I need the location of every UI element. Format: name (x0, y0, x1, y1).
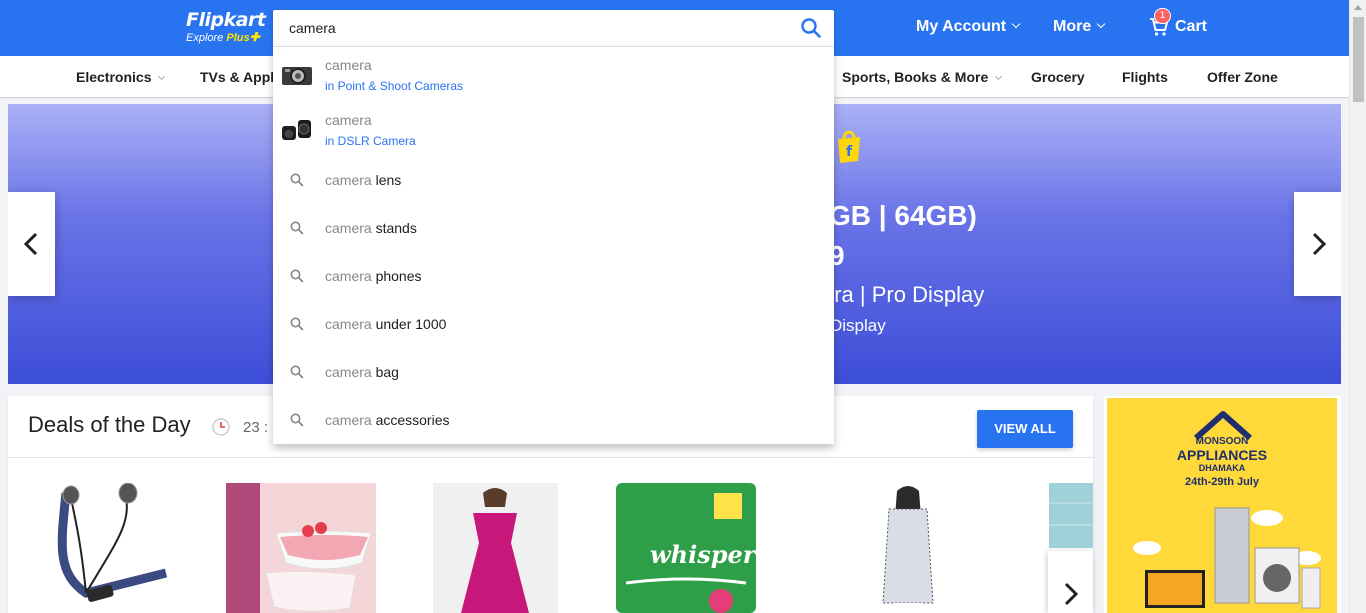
search-icon (290, 413, 304, 427)
suggestion-product-dslr[interactable]: camera in DSLR Camera (273, 102, 834, 157)
plus-icon: ✚ (249, 30, 260, 44)
more-label: More (1053, 18, 1092, 35)
my-account-label: My Account (916, 18, 1007, 35)
nav-item-offer-zone[interactable]: Offer Zone (1207, 69, 1278, 85)
whisper-brand-text: whisper (650, 540, 756, 569)
more-menu[interactable]: More (1053, 18, 1106, 36)
banner-line-3: era | Pro Display (822, 282, 985, 307)
suggestion-category: in DSLR Camera (325, 134, 416, 148)
svg-text:f: f (846, 144, 853, 160)
suggestion-label: camera stands (325, 220, 417, 236)
suggestion-suffix: lens (375, 172, 402, 188)
chevron-right-icon (1312, 232, 1327, 256)
logo-explore: Explore (186, 32, 224, 44)
banner-line-4: Display (830, 316, 886, 335)
search-suggestions-dropdown: camera in Point & Shoot Cameras camera i… (273, 46, 834, 444)
view-all-button[interactable]: VIEW ALL (977, 410, 1073, 448)
nav-item-grocery[interactable]: Grocery (1031, 69, 1085, 85)
search-icon[interactable] (800, 17, 822, 39)
product-image-whisper-pads[interactable]: whisper (616, 483, 756, 613)
suggestion-prefix: camera (325, 220, 372, 236)
logo-plus: Plus (226, 32, 250, 44)
suggestion-query[interactable]: camera bag (273, 349, 834, 397)
suggestion-suffix: stands (375, 220, 417, 236)
ad-dates: 24th-29th July (1185, 476, 1259, 488)
suggestion-label: camera bag (325, 364, 399, 380)
chevron-down-icon (158, 72, 166, 81)
nav-item-tvs-appliances[interactable]: TVs & Appli (200, 69, 278, 85)
suggestion-term: camera (325, 57, 372, 73)
nav-item-electronics[interactable]: Electronics (76, 69, 166, 85)
suggestion-label: camera lens (325, 172, 401, 188)
suggestion-suffix: phones (375, 268, 422, 284)
search-box (273, 10, 834, 46)
scrollbar-thumb[interactable] (1353, 17, 1364, 102)
ad-line-2: APPLIANCES (1176, 447, 1268, 463)
my-account-menu[interactable]: My Account (916, 18, 1021, 36)
flipkart-bag-icon: f (838, 130, 860, 163)
monsoon-appliances-ad: MONSOON APPLIANCES DHAMAKA 24th-29th Jul… (1107, 398, 1337, 613)
nav-item-label: Sports, Books & More (842, 69, 989, 85)
dslr-camera-thumb-icon (282, 120, 311, 140)
suggestion-label: camera under 1000 (325, 316, 446, 332)
flipkart-logo[interactable]: Flipkart Explore Plus✚ (186, 9, 266, 44)
scroll-up-arrow-icon[interactable] (1354, 5, 1362, 10)
suggestion-query[interactable]: camera stands (273, 205, 834, 253)
point-shoot-camera-thumb-icon (282, 67, 312, 85)
side-ad-card[interactable]: MONSOON APPLIANCES DHAMAKA 24th-29th Jul… (1104, 396, 1341, 613)
suggestion-query[interactable]: camera accessories (273, 397, 834, 445)
deals-next-button[interactable] (1048, 551, 1093, 613)
page-scrollbar[interactable] (1349, 0, 1366, 613)
banner-line-1: GB | 64GB) (829, 200, 977, 231)
suggestion-prefix: camera (325, 412, 372, 428)
search-input[interactable] (289, 10, 789, 46)
suggestion-query[interactable]: camera phones (273, 253, 834, 301)
suggestion-query[interactable]: camera under 1000 (273, 301, 834, 349)
suggestion-suffix: bag (375, 364, 399, 380)
chevron-down-icon (1096, 19, 1106, 29)
logo-text: Flipkart (186, 9, 266, 31)
product-image-neckband-earphones[interactable] (26, 483, 176, 613)
ad-line-1: MONSOON (1195, 436, 1249, 447)
deals-title: Deals of the Day (28, 412, 191, 437)
deals-timer: 23 : (243, 419, 269, 436)
suggestion-label: camera accessories (325, 412, 450, 428)
search-icon (290, 269, 304, 283)
chevron-left-icon (23, 232, 38, 256)
suggestion-suffix: accessories (375, 412, 450, 428)
suggestion-prefix: camera (325, 172, 372, 188)
chevron-down-icon (1011, 19, 1021, 29)
banner-prev-button[interactable] (8, 192, 55, 296)
suggestion-prefix: camera (325, 268, 372, 284)
logo-subtitle: Explore Plus✚ (186, 31, 266, 44)
chevron-right-icon (1064, 582, 1079, 606)
suggestion-term: camera (325, 112, 372, 128)
flipkart-page: Flipkart Explore Plus✚ My Account More 1… (0, 0, 1366, 613)
ad-line-3: DHAMAKA (1198, 463, 1246, 473)
nav-item-sports-books[interactable]: Sports, Books & More (842, 69, 1003, 85)
product-image-pink-gown[interactable] (433, 483, 558, 613)
search-icon (290, 173, 304, 187)
cart-count-badge: 1 (1154, 8, 1171, 24)
search-icon (290, 365, 304, 379)
banner-next-button[interactable] (1294, 192, 1341, 296)
suggestion-query[interactable]: camera lens (273, 157, 834, 205)
timer-icon (212, 418, 230, 436)
nav-item-flights[interactable]: Flights (1122, 69, 1168, 85)
chevron-down-icon (995, 72, 1003, 81)
nav-item-label: TVs & Appli (200, 69, 279, 85)
suggestion-category: in Point & Shoot Cameras (325, 79, 464, 93)
search-icon (290, 221, 304, 235)
suggestion-suffix: under 1000 (375, 316, 447, 332)
product-image-glass-bowls[interactable] (226, 483, 376, 613)
product-image-printed-kurta[interactable] (853, 483, 963, 613)
appliances-illustration (1133, 507, 1321, 609)
suggestion-label: camera phones (325, 268, 422, 284)
nav-item-label: Electronics (76, 69, 152, 85)
suggestion-prefix: camera (325, 364, 372, 380)
cart-link[interactable]: Cart (1175, 18, 1207, 36)
suggestion-product-point-shoot[interactable]: camera in Point & Shoot Cameras (273, 47, 834, 102)
search-icon (290, 317, 304, 331)
suggestion-prefix: camera (325, 316, 372, 332)
